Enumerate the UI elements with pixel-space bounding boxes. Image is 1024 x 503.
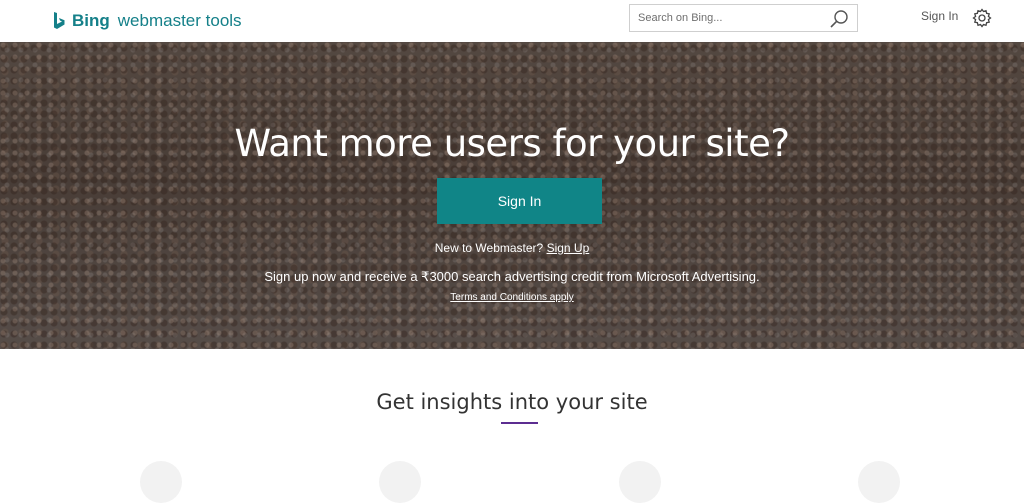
- brand-logo[interactable]: Bing webmaster tools: [52, 8, 242, 34]
- header-signin-link[interactable]: Sign In: [921, 9, 958, 23]
- insights-heading: Get insights into your site: [376, 390, 648, 414]
- new-to-webmaster-line: New to Webmaster? Sign Up: [0, 241, 1024, 255]
- feature-icon-3: [619, 461, 661, 503]
- hero-banner: Want more users for your site? Sign In N…: [0, 42, 1024, 349]
- brand-product-text: webmaster tools: [117, 11, 242, 30]
- search-box: [629, 4, 858, 32]
- top-header: Bing webmaster tools Sign In: [0, 0, 1024, 43]
- new-to-webmaster-text: New to Webmaster?: [434, 241, 547, 255]
- search-input[interactable]: [630, 5, 825, 31]
- promo-text: Sign up now and receive a ₹3000 search a…: [264, 269, 760, 284]
- gear-icon[interactable]: [972, 8, 992, 28]
- terms-link[interactable]: Terms and Conditions apply: [0, 292, 1024, 303]
- hero-title: Want more users for your site?: [234, 122, 790, 165]
- feature-icon-4: [858, 461, 900, 503]
- feature-icon-1: [140, 461, 182, 503]
- brand-bing-text: Bing: [72, 11, 110, 30]
- hero-signin-button[interactable]: Sign In: [437, 178, 602, 224]
- bing-logo-icon: [54, 12, 65, 29]
- search-icon[interactable]: [829, 9, 849, 29]
- signup-link[interactable]: Sign Up: [547, 241, 590, 255]
- feature-icon-2: [379, 461, 421, 503]
- heading-underline: [501, 422, 538, 424]
